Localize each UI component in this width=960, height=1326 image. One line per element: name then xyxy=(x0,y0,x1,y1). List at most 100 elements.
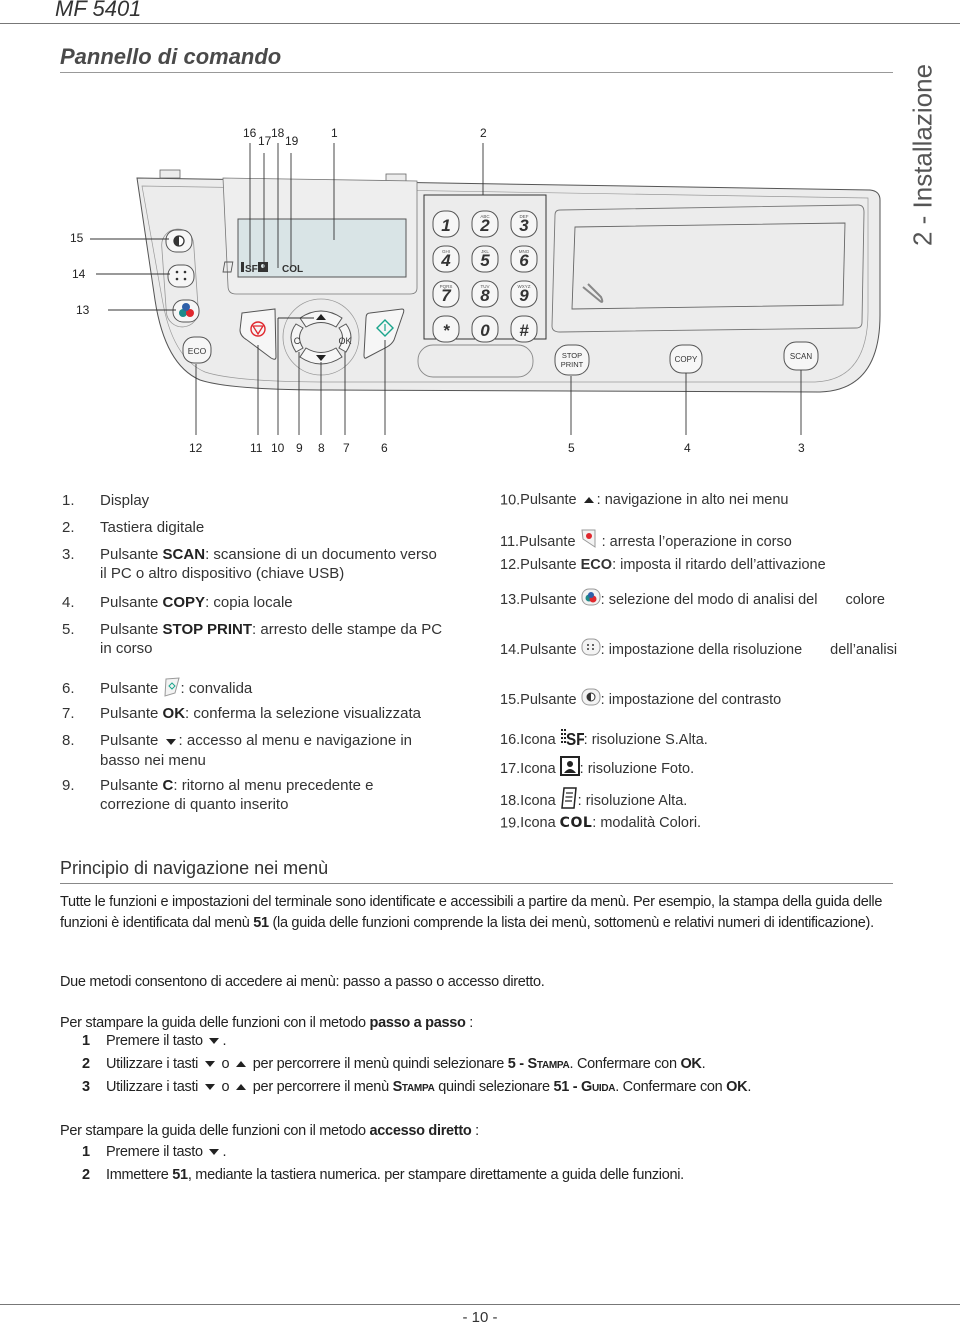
copy-button[interactable]: COPY xyxy=(669,344,703,374)
legend-text-continued: in corso xyxy=(100,640,153,657)
legend-item-7: 7. Pulsante OK: conferma la selezione vis… xyxy=(62,704,421,723)
arrow-down-icon xyxy=(204,1084,215,1091)
resolution-button[interactable] xyxy=(167,264,195,288)
legend-number: 8. xyxy=(62,732,75,749)
keypad-key-5[interactable]: 5JKL xyxy=(471,245,499,273)
svg-text:SCAN: SCAN xyxy=(790,352,812,361)
keypad-key-3[interactable]: 3DEF xyxy=(510,210,538,238)
callout-12: 12 xyxy=(189,441,203,455)
callout-15: 15 xyxy=(70,231,84,245)
legend-item-2: 2. Tastiera digitale xyxy=(62,518,204,537)
section-title-divider xyxy=(60,72,893,73)
keypad-letters: ABC xyxy=(480,214,490,219)
callout-17: 17 xyxy=(258,134,272,148)
legend-text-continued: il PC o altro dispositivo (chiave USB) xyxy=(100,565,345,582)
svg-text:STOP: STOP xyxy=(562,351,582,360)
keypad-key-hash[interactable]: # xyxy=(510,315,538,343)
stop-print-button[interactable]: STOP PRINT xyxy=(554,344,590,376)
keypad-key-2[interactable]: 2ABC xyxy=(471,210,499,238)
callout-3: 3 xyxy=(798,441,805,455)
legend-number: 3. xyxy=(62,546,75,563)
legend-number: 17. xyxy=(500,760,521,777)
svg-text:PRINT: PRINT xyxy=(561,360,584,369)
callout-9: 9 xyxy=(296,441,303,455)
callout-13: 13 xyxy=(76,303,90,317)
keypad-digit: 1 xyxy=(441,216,450,235)
legend-number: 12. xyxy=(500,557,521,573)
legend-number: 9. xyxy=(62,777,75,794)
keypad-key-9[interactable]: 9WXYZ xyxy=(510,280,538,308)
legend-text: Pulsante SCAN: scansione di un documento… xyxy=(100,546,437,563)
legend-text: Pulsante : impostazione del contrasto xyxy=(520,688,781,708)
keypad-key-8[interactable]: 8TUV xyxy=(471,280,499,308)
keypad-key-7[interactable]: 7PQRS xyxy=(432,280,460,308)
step-b-2: 2 Immettere 51, mediante la tastiera nume… xyxy=(82,1167,684,1183)
scan-button[interactable]: SCAN xyxy=(783,341,819,371)
arrow-up-icon xyxy=(581,491,597,510)
callout-1: 1 xyxy=(331,126,338,140)
legend-number: 13. xyxy=(500,591,521,608)
navigation-section-title: Principio di navigazione nei menù xyxy=(60,858,329,878)
stop-button-icon xyxy=(580,529,598,555)
legend-number: 10. xyxy=(500,492,521,509)
legend-text: Pulsante C: ritorno al menu precedente e xyxy=(100,777,374,794)
legend-number: 15. xyxy=(500,691,521,708)
keypad-key-6[interactable]: 6MNO xyxy=(510,245,538,273)
superfine-icon: SF xyxy=(560,726,585,754)
keypad-key-4[interactable]: 4GHI xyxy=(432,245,460,273)
legend-item-13: 13.Pulsante : selezione del modo di anal… xyxy=(500,588,885,612)
legend-text: Display xyxy=(100,492,150,509)
callout-10: 10 xyxy=(271,441,285,455)
legend-number: 6. xyxy=(62,680,75,698)
superfine-indicator-icon xyxy=(241,262,244,272)
svg-text:SF: SF xyxy=(566,729,584,748)
legend-text: Icona : risoluzione Alta. xyxy=(520,787,687,809)
color-mode-button[interactable] xyxy=(172,299,200,323)
legend-number: 16. xyxy=(500,731,521,748)
legend-text: Pulsante : arresta l’operazione in corso xyxy=(519,529,792,550)
section-title: Pannello di comando xyxy=(60,44,282,69)
photo-icon xyxy=(559,756,580,782)
callout-5: 5 xyxy=(568,441,575,455)
chapter-tab-label: 2 - Installazione xyxy=(907,63,938,247)
svg-text:OK: OK xyxy=(338,336,351,346)
callout-14: 14 xyxy=(72,267,86,281)
svg-text:ECO: ECO xyxy=(188,346,207,356)
callout-18: 18 xyxy=(271,126,285,140)
keypad-key-1[interactable]: 1 xyxy=(432,210,460,238)
legend-item-15: 15.Pulsante : impostazione del contrasto xyxy=(500,688,781,712)
navigation-methods-paragraph: Due metodi consentono di accedere ai men… xyxy=(60,974,545,990)
legend-item-18: 18.Icona : risoluzione Alta. xyxy=(500,787,687,815)
callout-8: 8 xyxy=(318,441,325,455)
eco-button[interactable]: ECO xyxy=(182,336,212,364)
step-by-step-intro: Per stampare la guida delle funzioni con… xyxy=(60,1015,474,1031)
legend-text: Pulsante : selezione del modo di analisi… xyxy=(520,588,817,608)
svg-text:COPY: COPY xyxy=(675,355,698,364)
arrow-down-icon xyxy=(204,1061,215,1068)
page-number: - 10 - xyxy=(462,1309,498,1326)
contrast-icon xyxy=(581,688,601,712)
legend-item-3: 3. Pulsante SCAN: scansione di un documen… xyxy=(62,545,437,583)
legend-item-1: 1. Display xyxy=(62,491,149,510)
keypad-key-star[interactable]: * xyxy=(432,315,460,343)
legend-text: Pulsante COPY: copia locale xyxy=(100,594,293,611)
legend-text: Icona COL: modalità Colori. xyxy=(520,815,702,832)
callout-6: 6 xyxy=(381,441,388,455)
keypad-letters: MNO xyxy=(519,249,530,254)
panel-clip-left xyxy=(159,169,181,179)
legend-text-continued: basso nei menu xyxy=(100,751,206,769)
legend-number: 11. xyxy=(500,533,520,550)
legend-item-4: 4. Pulsante COPY: copia locale xyxy=(62,593,293,612)
header-divider xyxy=(0,23,960,24)
legend-text-continued: correzione di quanto inserito xyxy=(100,796,289,813)
legend-text: Pulsante : impostazione della risoluzion… xyxy=(520,638,802,658)
keypad-key-0[interactable]: 0 xyxy=(471,315,499,343)
contrast-button[interactable] xyxy=(165,229,193,253)
control-panel-diagram: SF COL 1 2ABC 3DEF 4GHI 5JKL 6MNO 7PQRS 8TUV 9WX… xyxy=(90,143,881,435)
step-a-1: 1 Premere il tasto . xyxy=(82,1033,227,1049)
direct-access-intro: Per stampare la guida delle funzioni con… xyxy=(60,1123,479,1139)
legend-item-14: 14.Pulsante : impostazione della risoluz… xyxy=(500,638,897,662)
legend-item-10: 10.Pulsante : navigazione in alto nei me… xyxy=(500,491,789,510)
arrow-up-icon xyxy=(236,1084,247,1091)
arrow-down-icon xyxy=(163,732,179,751)
